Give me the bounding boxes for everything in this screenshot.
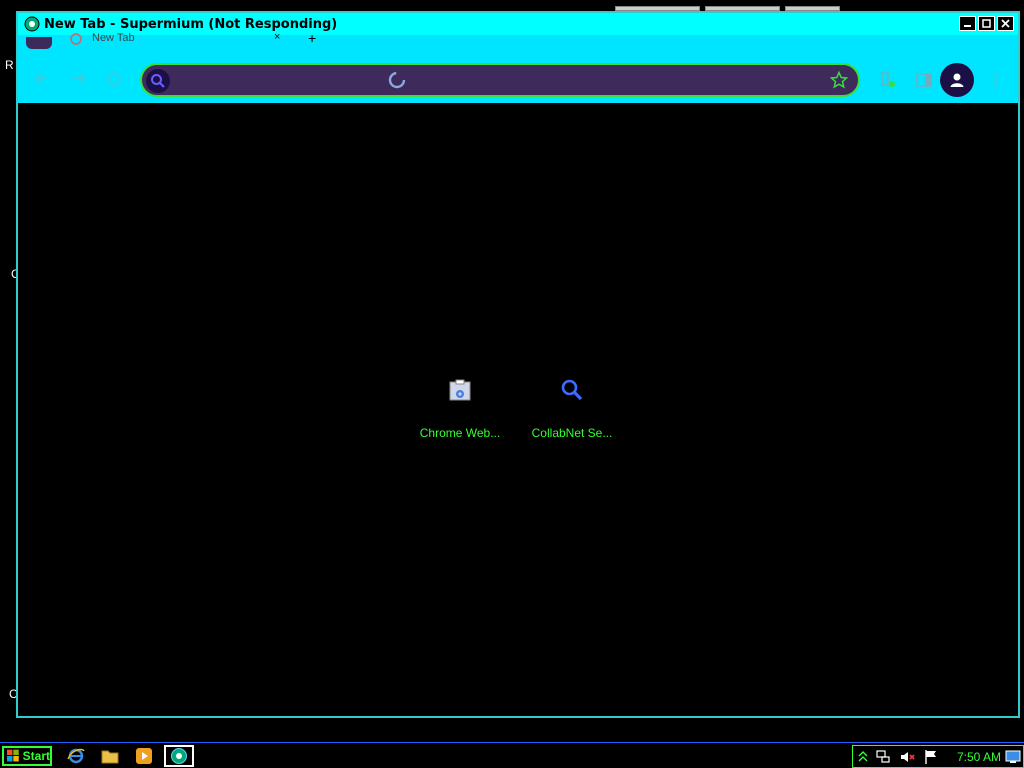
supermium-icon bbox=[24, 16, 40, 32]
browser-window: New Tab - Supermium (Not Responding) New… bbox=[16, 11, 1020, 718]
volume-muted-icon bbox=[901, 752, 915, 762]
maximize-icon bbox=[982, 19, 991, 28]
shortcut-label: Chrome Web... bbox=[419, 426, 501, 440]
kebab-menu-icon bbox=[994, 72, 998, 88]
network-tray-button[interactable] bbox=[875, 749, 891, 765]
internet-explorer-icon bbox=[67, 748, 85, 764]
minimize-icon bbox=[964, 25, 971, 27]
media-player-icon bbox=[136, 748, 152, 764]
action-center-button[interactable] bbox=[923, 749, 939, 765]
flag-icon bbox=[925, 750, 936, 764]
search-icon bbox=[146, 69, 170, 93]
shortcut-tile[interactable]: CollabNet Se... bbox=[516, 378, 628, 440]
windows-logo-icon bbox=[7, 749, 19, 762]
tab-new-tab[interactable]: New Tab bbox=[92, 32, 135, 44]
address-bar[interactable] bbox=[140, 63, 860, 97]
new-tab-page: Chrome Web... CollabNet Se... bbox=[18, 103, 1018, 716]
show-desktop-icon bbox=[1005, 750, 1021, 763]
start-label: Start bbox=[22, 749, 50, 763]
network-icon bbox=[876, 750, 890, 763]
close-icon bbox=[1001, 19, 1010, 28]
stop-button[interactable] bbox=[102, 67, 126, 91]
search-icon bbox=[560, 378, 584, 402]
shortcut-tile[interactable]: Chrome Web... bbox=[404, 378, 516, 440]
system-tray: 7:50 AM bbox=[852, 745, 1024, 768]
shortcut-label: CollabNet Se... bbox=[531, 426, 613, 440]
tab-strip-avatar bbox=[26, 37, 52, 49]
browser-toolbar-area: New Tab × + bbox=[18, 30, 1018, 103]
forward-arrow-icon bbox=[72, 73, 86, 85]
start-button[interactable]: Start bbox=[2, 746, 52, 766]
minimize-button[interactable] bbox=[959, 16, 976, 31]
address-input[interactable] bbox=[176, 69, 816, 93]
extension-button[interactable] bbox=[876, 68, 900, 92]
close-button[interactable] bbox=[997, 16, 1014, 31]
internet-explorer-button[interactable] bbox=[66, 746, 86, 766]
maximize-button[interactable] bbox=[978, 16, 995, 31]
desktop-icon-label: R bbox=[5, 58, 14, 72]
taskbar-clock[interactable]: 7:50 AM bbox=[957, 750, 1001, 764]
chevron-up-icon bbox=[858, 751, 868, 762]
volume-tray-button[interactable] bbox=[899, 749, 915, 765]
tab-close-icon[interactable]: × bbox=[274, 31, 280, 43]
profile-button[interactable] bbox=[940, 63, 974, 97]
taskbar: Start 7:50 AM bbox=[0, 742, 1024, 768]
tab-favicon-icon bbox=[70, 33, 82, 45]
show-desktop-button[interactable] bbox=[1005, 749, 1021, 765]
side-panel-button[interactable] bbox=[912, 68, 936, 92]
forward-button[interactable] bbox=[66, 67, 90, 91]
back-button[interactable] bbox=[30, 67, 54, 91]
extension-icon bbox=[881, 72, 895, 87]
show-hidden-icons-button[interactable] bbox=[855, 749, 871, 765]
explorer-button[interactable] bbox=[100, 746, 120, 766]
new-tab-button[interactable]: + bbox=[308, 30, 316, 46]
window-title: New Tab - Supermium (Not Responding) bbox=[44, 16, 338, 32]
bookmark-star-icon[interactable] bbox=[830, 71, 848, 89]
media-player-button[interactable] bbox=[134, 746, 154, 766]
back-arrow-icon bbox=[34, 73, 48, 85]
side-panel-icon bbox=[916, 73, 932, 87]
taskbar-supermium-button[interactable] bbox=[164, 745, 194, 767]
avatar-icon bbox=[950, 73, 964, 87]
window-titlebar[interactable]: New Tab - Supermium (Not Responding) bbox=[18, 13, 1018, 35]
menu-button[interactable] bbox=[984, 68, 1008, 92]
stop-icon bbox=[107, 72, 121, 86]
loading-spinner-icon bbox=[388, 71, 406, 89]
supermium-icon bbox=[171, 748, 187, 764]
folder-icon bbox=[101, 750, 119, 764]
web-store-icon bbox=[448, 378, 472, 402]
